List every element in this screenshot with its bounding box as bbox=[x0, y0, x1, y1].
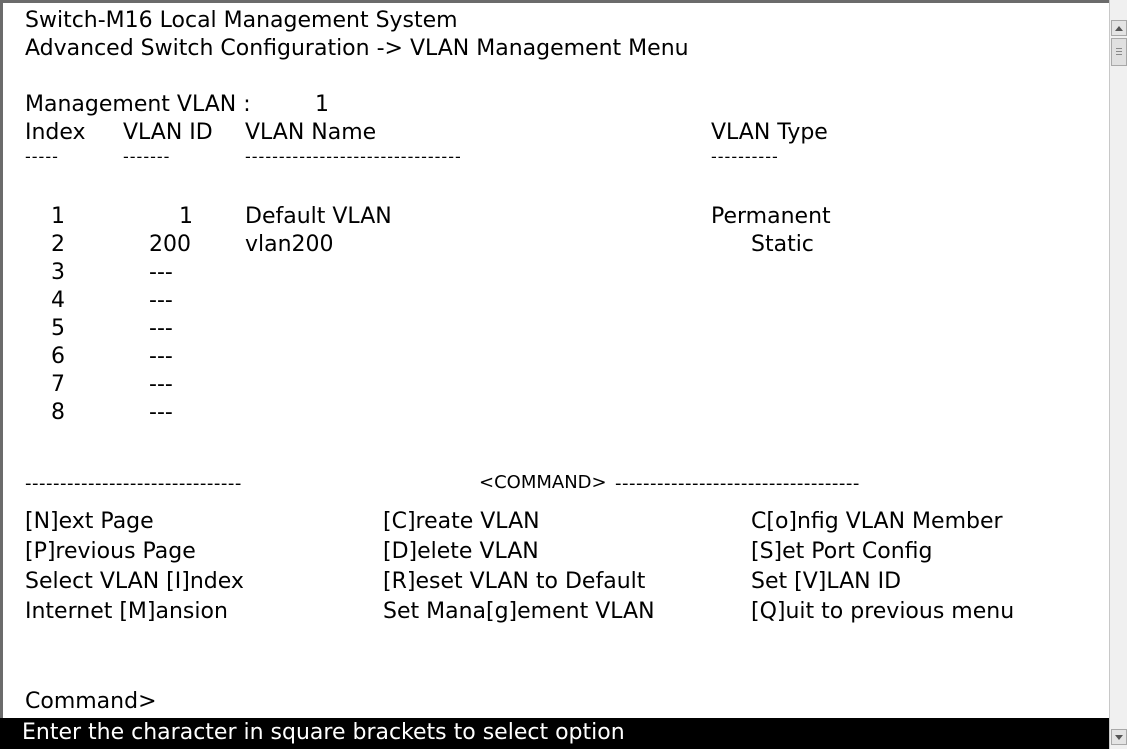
command-select-vlan-index[interactable]: Select VLAN [I]ndex bbox=[25, 568, 244, 596]
row-vlan-name: vlan200 bbox=[245, 232, 334, 257]
row-index: 6 bbox=[51, 344, 65, 369]
status-message: Enter the character in square brackets t… bbox=[22, 720, 625, 745]
row-vlan-id: 200 bbox=[149, 232, 191, 257]
command-config-vlan-member[interactable]: C[o]nfig VLAN Member bbox=[751, 508, 1003, 536]
breadcrumb: Advanced Switch Configuration -> VLAN Ma… bbox=[25, 36, 689, 61]
command-divider-right: ----------------------------------- bbox=[615, 473, 860, 494]
command-create-vlan[interactable]: [C]reate VLAN bbox=[383, 508, 540, 536]
row-index: 7 bbox=[51, 372, 65, 397]
row-vlan-id: --- bbox=[149, 400, 173, 425]
command-quit[interactable]: [Q]uit to previous menu bbox=[751, 598, 1014, 626]
column-underline: -------------------------------- bbox=[245, 147, 462, 166]
command-set-port-config[interactable]: [S]et Port Config bbox=[751, 538, 932, 566]
row-index: 8 bbox=[51, 400, 65, 425]
row-vlan-id: --- bbox=[149, 260, 173, 285]
column-underline: ---------- bbox=[711, 147, 779, 166]
command-reset-vlan[interactable]: [R]eset VLAN to Default bbox=[383, 568, 645, 596]
row-vlan-name: Default VLAN bbox=[245, 204, 392, 229]
terminal-window: Switch-M16 Local Management System Advan… bbox=[0, 0, 1109, 749]
row-vlan-id: 1 bbox=[179, 204, 193, 229]
row-vlan-type: Permanent bbox=[711, 204, 831, 229]
scroll-up-arrow-icon[interactable] bbox=[1111, 20, 1127, 36]
status-bar: Enter the character in square brackets t… bbox=[0, 718, 1109, 749]
column-underline: ----- bbox=[25, 147, 59, 166]
command-internet-mansion[interactable]: Internet [M]ansion bbox=[25, 598, 228, 626]
scroll-thumb[interactable] bbox=[1111, 38, 1127, 66]
command-set-vlan-id[interactable]: Set [V]LAN ID bbox=[751, 568, 901, 596]
row-index: 4 bbox=[51, 288, 65, 313]
column-header-index: Index bbox=[25, 120, 86, 145]
row-vlan-id: --- bbox=[149, 288, 173, 313]
command-divider-left: ------------------------------- bbox=[25, 473, 242, 494]
command-prompt[interactable]: Command> bbox=[25, 688, 157, 716]
column-header-vlan-id: VLAN ID bbox=[123, 120, 213, 145]
row-index: 3 bbox=[51, 260, 65, 285]
system-title: Switch-M16 Local Management System bbox=[25, 8, 458, 33]
command-delete-vlan[interactable]: [D]elete VLAN bbox=[383, 538, 539, 566]
row-index: 1 bbox=[51, 204, 65, 229]
command-previous-page[interactable]: [P]revious Page bbox=[25, 538, 196, 566]
row-vlan-type: Static bbox=[751, 232, 814, 257]
column-header-vlan-name: VLAN Name bbox=[245, 120, 377, 145]
vertical-scrollbar[interactable] bbox=[1109, 0, 1127, 749]
column-underline: ------- bbox=[123, 147, 171, 166]
management-vlan-value: 1 bbox=[315, 92, 329, 117]
column-header-vlan-type: VLAN Type bbox=[711, 120, 828, 145]
management-vlan-label: Management VLAN : bbox=[25, 92, 251, 117]
command-divider-label: <COMMAND> bbox=[479, 472, 607, 493]
row-vlan-id: --- bbox=[149, 372, 173, 397]
row-vlan-id: --- bbox=[149, 316, 173, 341]
row-index: 5 bbox=[51, 316, 65, 341]
command-next-page[interactable]: [N]ext Page bbox=[25, 508, 154, 536]
row-vlan-id: --- bbox=[149, 344, 173, 369]
command-set-management-vlan[interactable]: Set Mana[g]ement VLAN bbox=[383, 598, 655, 626]
row-index: 2 bbox=[51, 232, 65, 257]
scroll-down-arrow-icon[interactable] bbox=[1111, 729, 1127, 745]
